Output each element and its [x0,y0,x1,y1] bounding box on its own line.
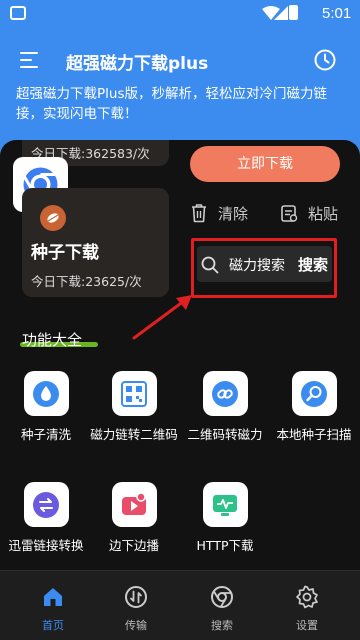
clear-button[interactable]: 清除 [190,201,248,225]
download-now-button[interactable]: 立即下载 [190,146,340,182]
feature-label: HTTP下载 [196,538,254,553]
feature-label: 种子清洗 [20,427,71,442]
search-button[interactable]: 搜索 [298,254,328,275]
seed-icon [40,205,66,231]
search-icon [201,256,219,274]
paste-label: 粘贴 [308,204,339,223]
nav-transfer[interactable]: 传输 [106,585,166,633]
qr-code-icon [111,371,157,416]
clear-label: 清除 [218,204,249,223]
seed-download-stat: 今日下载:23625/次 [31,274,142,289]
magnet-search-label: 磁力搜索 [229,258,285,274]
nav-label: 设置 [296,619,318,632]
seed-download-title: 种子下载 [31,243,99,263]
home-icon [23,585,83,609]
nav-settings[interactable]: 设置 [277,585,337,633]
convert-icon [23,482,69,527]
status-bar: 5:01 [0,0,360,28]
nav-home[interactable]: 首页 [23,585,83,633]
app-title: 超强磁力下载plus [66,54,209,74]
app-bar: 超强磁力下载plus [0,40,360,80]
feature-seed-clean[interactable]: 种子清洗 [0,371,92,443]
feature-http-download[interactable]: HTTP下载 [179,482,271,554]
drop-icon [23,371,69,416]
link-icon [202,371,248,416]
clock-icon[interactable] [313,48,337,72]
nav-label: 首页 [42,619,64,632]
trash-icon [192,204,206,223]
features-title: 功能大全 [22,331,83,349]
feature-magnet-to-qr[interactable]: 磁力链转二维码 [88,371,180,443]
feature-qr-to-magnet[interactable]: 二维码转磁力 [179,371,271,443]
nav-search[interactable]: 搜索 [192,585,252,633]
clipboard-icon [281,205,298,222]
feature-local-seed-scan[interactable]: 本地种子扫描 [268,371,360,443]
annotation-arrow [132,295,192,340]
menu-icon[interactable] [20,50,44,70]
notification-app-icon [10,6,26,20]
video-icon [111,482,157,527]
feature-label: 迅雷链接转换 [8,538,84,553]
signal-icon [274,6,288,20]
feature-label: 磁力链转二维码 [90,427,178,442]
magnifier-icon [291,371,337,416]
gear-icon [277,585,337,609]
chrome-icon [192,585,252,609]
feature-thunder-convert[interactable]: 迅雷链接转换 [0,482,92,554]
paste-button[interactable]: 粘贴 [280,201,338,225]
nav-label: 搜索 [211,619,233,632]
feature-label: 二维码转磁力 [187,427,263,442]
monitor-icon [202,482,248,527]
feature-label: 边下边播 [108,538,159,553]
app-description: 超强磁力下载Plus版，秒解析，轻松应对冷门磁力链接，实现闪电下载！ [16,86,327,122]
transfer-icon [106,585,166,609]
feature-stream-while-download[interactable]: 边下边播 [88,482,180,554]
status-time: 5:01 [322,5,352,22]
nav-label: 传输 [125,619,147,632]
bottom-navigation: 首页 传输 搜索 设置 [0,570,360,640]
battery-icon [289,5,298,20]
feature-label: 本地种子扫描 [276,427,352,442]
